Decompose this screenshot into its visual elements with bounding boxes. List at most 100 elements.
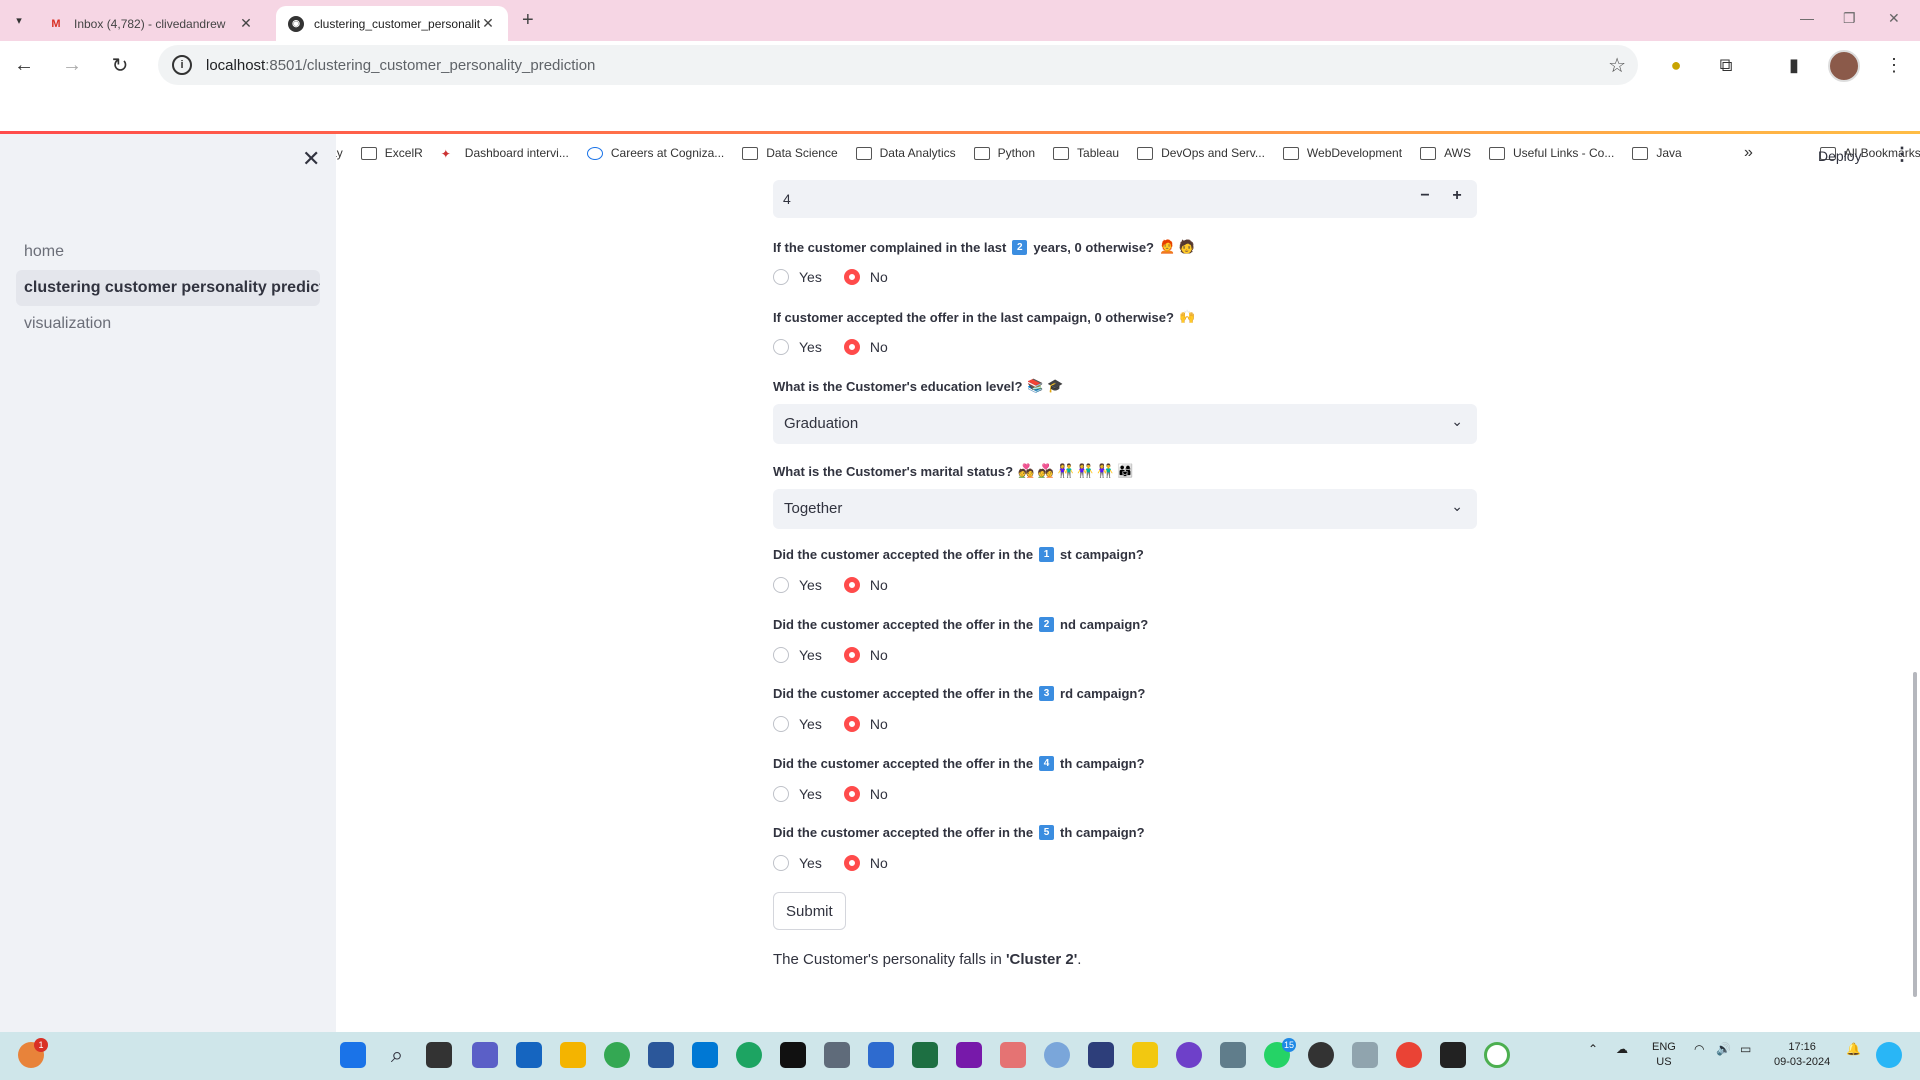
new-tab-icon[interactable]: + bbox=[522, 9, 534, 32]
paint-icon[interactable] bbox=[1000, 1042, 1026, 1068]
tab-search-chevron-icon[interactable]: ▾ bbox=[8, 9, 30, 31]
bell-icon[interactable]: 🔔 bbox=[1846, 1042, 1861, 1056]
network-icon[interactable] bbox=[1352, 1042, 1378, 1068]
obs-icon[interactable] bbox=[1308, 1042, 1334, 1068]
tab-inbox[interactable]: M Inbox (4,782) - clivedandrew ✕ bbox=[36, 6, 266, 41]
education-select[interactable]: Graduation ⌄ bbox=[773, 404, 1477, 444]
marital-select[interactable]: Together ⌄ bbox=[773, 489, 1477, 529]
file-explorer-icon[interactable] bbox=[560, 1042, 586, 1068]
search-icon[interactable]: ⌕ bbox=[384, 1042, 410, 1068]
radio-label[interactable]: No bbox=[870, 786, 888, 802]
address-bar[interactable]: i localhost:8501/clustering_customer_per… bbox=[158, 45, 1638, 85]
radio-label[interactable]: No bbox=[870, 855, 888, 871]
radio-label[interactable]: Yes bbox=[799, 269, 822, 285]
sidebar-item-clustering[interactable]: clustering customer personality predict.… bbox=[16, 270, 320, 306]
battery-icon[interactable]: ▭ bbox=[1740, 1042, 1751, 1056]
terminal-icon[interactable] bbox=[1440, 1042, 1466, 1068]
excel-icon[interactable] bbox=[912, 1042, 938, 1068]
radio-no[interactable] bbox=[843, 716, 860, 732]
back-icon[interactable]: ← bbox=[12, 53, 36, 77]
chrome-icon[interactable] bbox=[604, 1042, 630, 1068]
powershell-icon[interactable] bbox=[868, 1042, 894, 1068]
tab-clustering[interactable]: ◉ clustering_customer_personality ✕ bbox=[276, 6, 508, 41]
radio-label[interactable]: Yes bbox=[799, 855, 822, 871]
main-menu-icon[interactable]: ⋮ bbox=[1893, 144, 1911, 165]
onedrive-icon[interactable]: ☁ bbox=[1616, 1042, 1628, 1056]
close-sidebar-icon[interactable]: ✕ bbox=[302, 146, 320, 172]
avatar[interactable] bbox=[1828, 50, 1860, 82]
anaconda-icon[interactable] bbox=[1484, 1042, 1510, 1068]
bookmark-item[interactable]: DevOps and Serv... bbox=[1137, 146, 1265, 160]
radio-label[interactable]: No bbox=[870, 577, 888, 593]
copilot-icon[interactable] bbox=[1876, 1042, 1902, 1068]
bookmark-item[interactable]: Careers at Cogniza... bbox=[586, 146, 724, 160]
windows-start-icon[interactable] bbox=[340, 1042, 366, 1068]
scrollbar[interactable] bbox=[1913, 672, 1917, 997]
window-close-icon[interactable]: ✕ bbox=[1888, 10, 1900, 27]
deploy-button[interactable]: Deploy bbox=[1818, 148, 1862, 164]
radio-label[interactable]: Yes bbox=[799, 577, 822, 593]
reload-icon[interactable]: ↻ bbox=[108, 53, 132, 77]
restore-icon[interactable]: ❐ bbox=[1843, 10, 1856, 27]
onenote-icon[interactable] bbox=[956, 1042, 982, 1068]
more-bookmarks-icon[interactable]: » bbox=[1744, 144, 1753, 162]
close-icon[interactable]: ✕ bbox=[480, 15, 496, 32]
radio-label[interactable]: No bbox=[870, 269, 888, 285]
jupyter-icon[interactable] bbox=[736, 1042, 762, 1068]
minimize-icon[interactable]: — bbox=[1800, 10, 1814, 26]
radio-no[interactable] bbox=[843, 269, 860, 285]
mysql-icon[interactable] bbox=[1088, 1042, 1114, 1068]
wifi-icon[interactable]: ◠ bbox=[1694, 1042, 1704, 1056]
radio-yes[interactable] bbox=[773, 577, 789, 593]
github-icon[interactable] bbox=[1176, 1042, 1202, 1068]
bookmark-star-icon[interactable]: ☆ bbox=[1608, 53, 1626, 78]
calculator-icon[interactable] bbox=[1220, 1042, 1246, 1068]
radio-label[interactable]: No bbox=[870, 716, 888, 732]
bookmark-item[interactable]: AWS bbox=[1420, 146, 1471, 160]
radio-label[interactable]: No bbox=[870, 339, 888, 355]
tray-chevron-icon[interactable]: ⌃ bbox=[1588, 1042, 1598, 1056]
clock[interactable]: 17:16 09-03-2024 bbox=[1774, 1040, 1830, 1070]
volume-icon[interactable]: 🔊 bbox=[1716, 1042, 1731, 1056]
number-input-value[interactable]: 4 bbox=[783, 191, 791, 207]
bookmark-item[interactable]: WebDevelopment bbox=[1282, 146, 1402, 160]
mail-icon[interactable] bbox=[516, 1042, 542, 1068]
radio-label[interactable]: Yes bbox=[799, 786, 822, 802]
radio-no[interactable] bbox=[843, 577, 860, 593]
side-panel-icon[interactable]: ▮ bbox=[1782, 53, 1806, 77]
submit-button[interactable]: Submit bbox=[773, 892, 846, 930]
radio-no[interactable] bbox=[843, 786, 860, 802]
radio-yes[interactable] bbox=[773, 855, 789, 871]
sidebar-item-visualization[interactable]: visualization bbox=[16, 306, 320, 342]
radio-yes[interactable] bbox=[773, 716, 789, 732]
radio-label[interactable]: No bbox=[870, 647, 888, 663]
radio-label[interactable]: Yes bbox=[799, 339, 822, 355]
bookmark-item[interactable]: Data Science bbox=[742, 146, 838, 160]
radio-label[interactable]: Yes bbox=[799, 647, 822, 663]
number-input[interactable]: 4 − + bbox=[773, 180, 1477, 218]
vscode-icon[interactable] bbox=[692, 1042, 718, 1068]
bookmark-item[interactable]: Tableau bbox=[1053, 146, 1119, 160]
intellij-icon[interactable] bbox=[780, 1042, 806, 1068]
bookmark-item[interactable]: Useful Links - Co... bbox=[1488, 146, 1614, 160]
bookmark-item[interactable]: Data Analytics bbox=[855, 146, 956, 160]
bookmark-item[interactable]: ExcelR bbox=[360, 146, 423, 160]
radio-yes[interactable] bbox=[773, 339, 789, 355]
snipping-icon[interactable] bbox=[824, 1042, 850, 1068]
chrome-menu-icon[interactable]: ⋮ bbox=[1882, 53, 1906, 77]
site-info-icon[interactable]: i bbox=[172, 55, 192, 75]
decrement-button[interactable]: − bbox=[1413, 187, 1437, 205]
task-view-icon[interactable] bbox=[426, 1042, 452, 1068]
word-icon[interactable] bbox=[648, 1042, 674, 1068]
teams-icon[interactable] bbox=[472, 1042, 498, 1068]
chrome-alt-icon[interactable] bbox=[1396, 1042, 1422, 1068]
url-text[interactable]: localhost:8501/clustering_customer_perso… bbox=[206, 57, 595, 74]
bookmark-item[interactable]: ✦ Dashboard intervi... bbox=[441, 146, 569, 161]
radio-label[interactable]: Yes bbox=[799, 716, 822, 732]
radio-yes[interactable] bbox=[773, 269, 789, 285]
close-icon[interactable]: ✕ bbox=[238, 15, 254, 32]
bookmark-item[interactable]: Python bbox=[973, 146, 1035, 160]
radio-no[interactable] bbox=[843, 339, 860, 355]
bookmark-item[interactable]: Java bbox=[1632, 146, 1682, 160]
puzzle-icon[interactable]: ⧉ bbox=[1714, 53, 1738, 77]
